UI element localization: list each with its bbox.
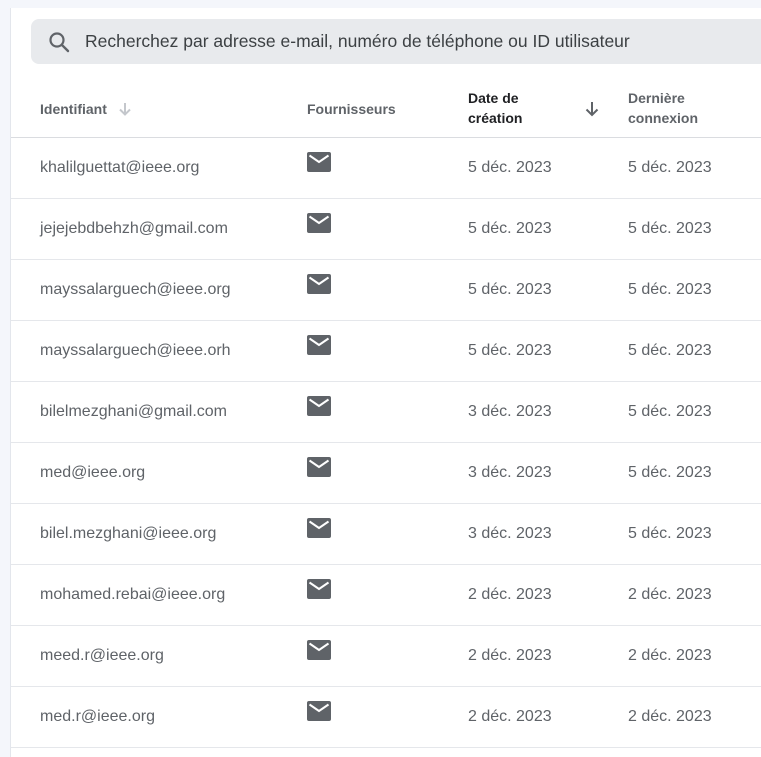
column-header-last-login-label: Dernière connexion <box>628 90 699 126</box>
table-row[interactable]: jejejebdbehzh@gmail.com 5 déc. 2023 5 dé… <box>11 199 761 260</box>
cell-last-login: 2 déc. 2023 <box>628 586 712 603</box>
column-header-identifier-label: Identifiant <box>40 100 107 117</box>
mail-icon <box>307 518 331 538</box>
table-row[interactable]: khalilguettat@ieee.org 5 déc. 2023 5 déc… <box>11 138 761 199</box>
search-icon <box>49 31 70 52</box>
cell-created: 3 déc. 2023 <box>468 525 552 542</box>
table-row[interactable]: med.r@ieee.org 2 déc. 2023 2 déc. 2023 <box>11 687 761 748</box>
table-body: khalilguettat@ieee.org 5 déc. 2023 5 déc… <box>11 138 761 748</box>
table-row[interactable]: mayssalarguech@ieee.orh 5 déc. 2023 5 dé… <box>11 321 761 382</box>
search-input[interactable] <box>85 31 685 52</box>
cell-identifier: khalilguettat@ieee.org <box>40 159 200 176</box>
sort-descending-icon[interactable] <box>583 100 601 118</box>
column-header-identifier[interactable]: Identifiant <box>40 80 133 137</box>
cell-last-login: 5 déc. 2023 <box>628 159 712 176</box>
cell-created: 2 déc. 2023 <box>468 586 552 603</box>
table-row[interactable]: meed.r@ieee.org 2 déc. 2023 2 déc. 2023 <box>11 626 761 687</box>
cell-created: 5 déc. 2023 <box>468 159 552 176</box>
column-header-created[interactable]: Date de création <box>468 88 548 128</box>
users-panel: Identifiant Fournisseurs Date de créatio… <box>10 8 761 757</box>
mail-icon <box>307 396 331 416</box>
cell-identifier: jejejebdbehzh@gmail.com <box>40 220 228 237</box>
mail-icon <box>307 213 331 233</box>
cell-created: 5 déc. 2023 <box>468 281 552 298</box>
table-row[interactable]: med@ieee.org 3 déc. 2023 5 déc. 2023 <box>11 443 761 504</box>
cell-identifier: mayssalarguech@ieee.orh <box>40 342 231 359</box>
mail-icon <box>307 335 331 355</box>
table-row[interactable]: mayssalarguech@ieee.org 5 déc. 2023 5 dé… <box>11 260 761 321</box>
mail-icon <box>307 640 331 660</box>
cell-last-login: 5 déc. 2023 <box>628 342 712 359</box>
cell-last-login: 5 déc. 2023 <box>628 281 712 298</box>
mail-icon <box>307 701 331 721</box>
table-row[interactable]: bilelmezghani@gmail.com 3 déc. 2023 5 dé… <box>11 382 761 443</box>
cell-identifier: meed.r@ieee.org <box>40 647 164 664</box>
cell-created: 5 déc. 2023 <box>468 342 552 359</box>
cell-created: 3 déc. 2023 <box>468 403 552 420</box>
column-header-created-label: Date de création <box>468 90 523 126</box>
cell-created: 2 déc. 2023 <box>468 647 552 664</box>
cell-last-login: 5 déc. 2023 <box>628 403 712 420</box>
cell-identifier: mayssalarguech@ieee.org <box>40 281 231 298</box>
cell-created: 5 déc. 2023 <box>468 220 552 237</box>
cell-last-login: 5 déc. 2023 <box>628 464 712 481</box>
cell-last-login: 5 déc. 2023 <box>628 525 712 542</box>
column-header-last-login[interactable]: Dernière connexion <box>628 88 718 128</box>
column-header-providers: Fournisseurs <box>307 80 396 137</box>
table-row[interactable]: mohamed.rebai@ieee.org 2 déc. 2023 2 déc… <box>11 565 761 626</box>
mail-icon <box>307 579 331 599</box>
cell-identifier: med.r@ieee.org <box>40 708 155 725</box>
mail-icon <box>307 457 331 477</box>
table-row[interactable]: bilel.mezghani@ieee.org 3 déc. 2023 5 dé… <box>11 504 761 565</box>
cell-identifier: med@ieee.org <box>40 464 146 481</box>
sort-arrow-icon[interactable] <box>117 101 133 117</box>
cell-created: 3 déc. 2023 <box>468 464 552 481</box>
mail-icon <box>307 274 331 294</box>
cell-identifier: bilel.mezghani@ieee.org <box>40 525 217 542</box>
column-header-providers-label: Fournisseurs <box>307 100 396 117</box>
cell-identifier: mohamed.rebai@ieee.org <box>40 586 226 603</box>
cell-last-login: 2 déc. 2023 <box>628 708 712 725</box>
cell-last-login: 5 déc. 2023 <box>628 220 712 237</box>
table-header: Identifiant Fournisseurs Date de créatio… <box>11 80 761 138</box>
mail-icon <box>307 152 331 172</box>
search-bar[interactable] <box>31 19 761 64</box>
cell-identifier: bilelmezghani@gmail.com <box>40 403 227 420</box>
cell-created: 2 déc. 2023 <box>468 708 552 725</box>
cell-last-login: 2 déc. 2023 <box>628 647 712 664</box>
